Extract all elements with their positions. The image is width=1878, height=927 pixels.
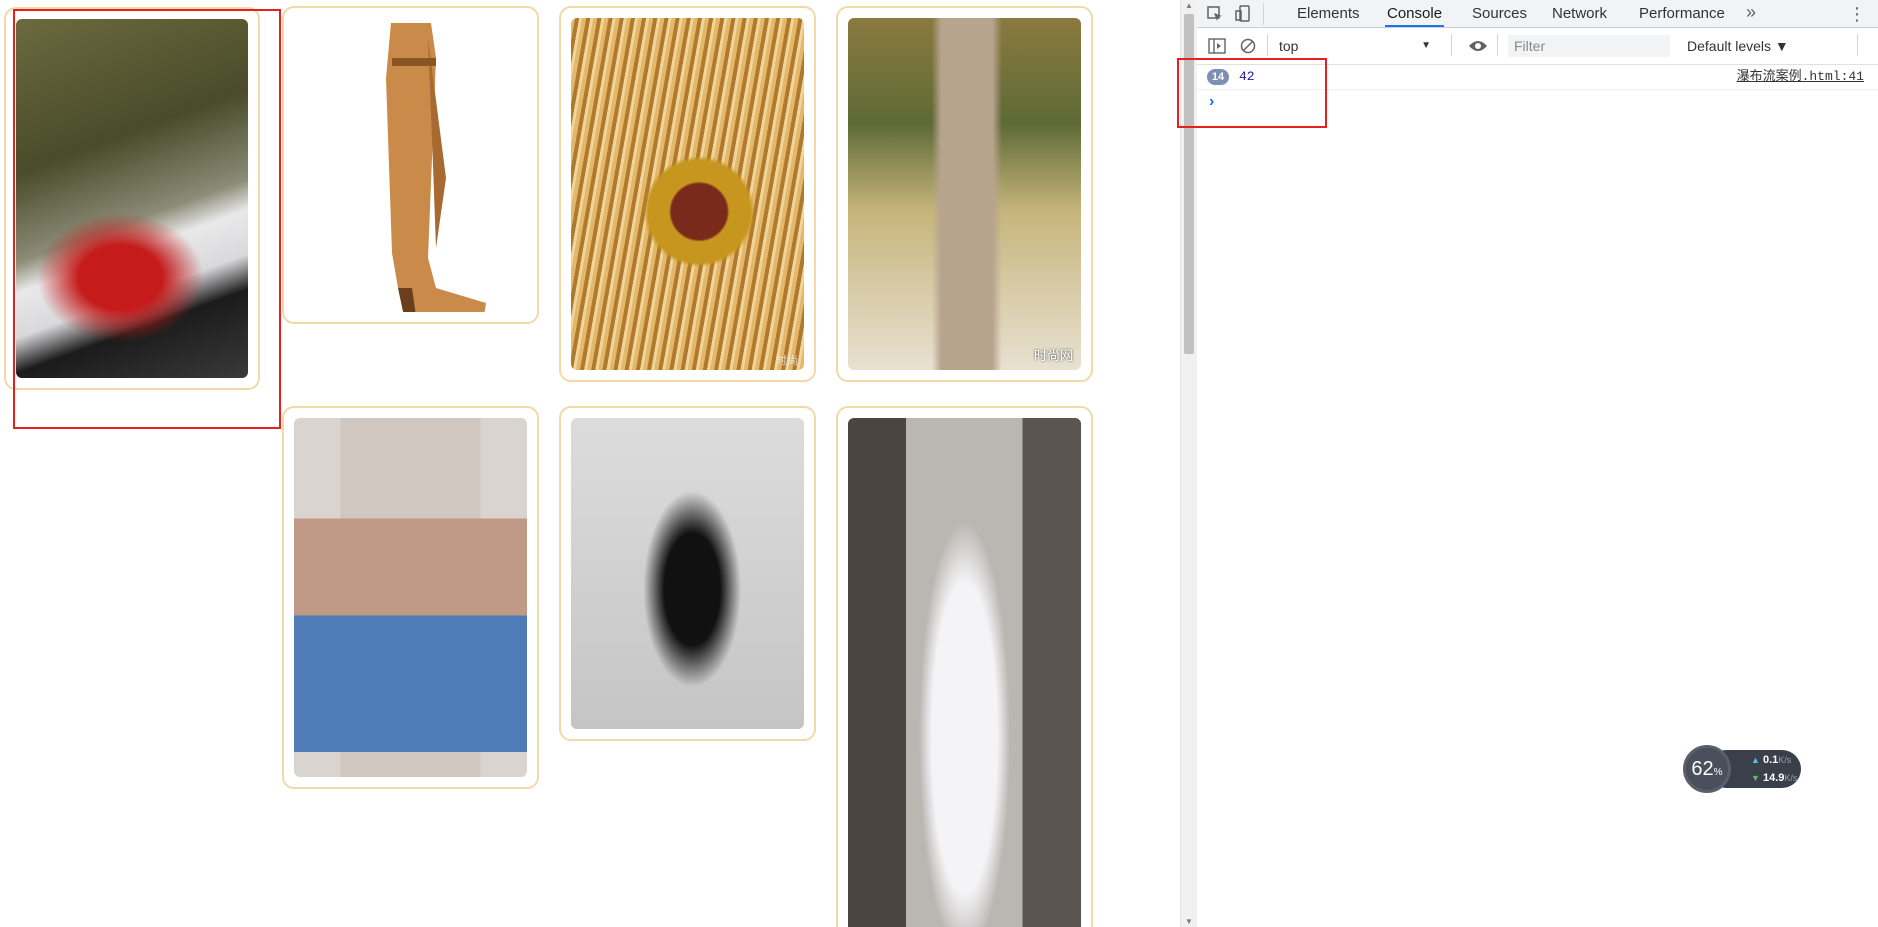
boot-photo [294, 18, 527, 312]
percent-value: 62 [1691, 757, 1714, 780]
log-levels-dropdown[interactable]: Default levels ▼ [1687, 35, 1789, 57]
tab-performance[interactable]: Performance [1637, 0, 1727, 27]
page-scrollbar[interactable]: ▲ ▼ [1180, 0, 1198, 927]
divider [1451, 34, 1452, 56]
watermark-text: 时尚 [776, 354, 798, 367]
log-source-link[interactable]: 瀑布流案例.html:41 [1737, 65, 1864, 89]
dropdown-caret-icon: ▼ [1421, 40, 1431, 51]
scroll-up-arrow-icon[interactable]: ▲ [1185, 1, 1193, 10]
live-expression-eye-icon[interactable] [1468, 36, 1488, 56]
percent-ring: 62% [1683, 745, 1731, 793]
boot-illustration [385, 23, 486, 312]
divider [1857, 34, 1858, 56]
fringe-bag-photo: 时尚 [571, 18, 804, 370]
download-arrow-icon: ▼ [1751, 773, 1760, 783]
upload-unit: K/s [1778, 755, 1792, 765]
highlight-box-console-log [1177, 58, 1327, 128]
scroll-down-arrow-icon[interactable]: ▼ [1185, 917, 1193, 926]
devtools-tabbar: Elements Console Sources Network Perform… [1197, 0, 1878, 28]
more-options-icon[interactable]: ⋮ [1847, 4, 1867, 24]
divider [1267, 34, 1268, 56]
tab-sources[interactable]: Sources [1470, 0, 1529, 27]
clear-console-icon[interactable] [1238, 36, 1258, 56]
image-card-boot[interactable] [282, 6, 539, 324]
upload-row: ▲ 0.1K/s [1751, 754, 1791, 766]
tab-network[interactable]: Network [1550, 0, 1609, 27]
tab-elements[interactable]: Elements [1295, 0, 1362, 27]
chevron-double-right-icon[interactable]: » [1741, 2, 1761, 22]
download-value: 14.9 [1762, 772, 1785, 784]
percent-unit: % [1713, 766, 1723, 778]
black-gown-photo [571, 418, 804, 729]
runway-dress-photo: 时尚网 [848, 18, 1081, 370]
divider [1263, 3, 1264, 25]
device-toolbar-icon[interactable] [1233, 4, 1253, 24]
image-card-poncho[interactable] [282, 406, 539, 789]
image-card-black-gown[interactable] [559, 406, 816, 741]
waterfall-page: 时尚 时尚网 [0, 0, 1180, 927]
divider [1497, 34, 1498, 56]
upload-arrow-icon: ▲ [1751, 755, 1760, 765]
network-speed-widget[interactable]: 62% ▲ 0.1K/s ▼ 14.9K/s [1683, 745, 1801, 793]
upload-value: 0.1 [1762, 754, 1779, 766]
poncho-jeans-photo [294, 418, 527, 777]
image-card-runway-dress[interactable]: 时尚网 [836, 6, 1093, 382]
white-dress-photo [848, 418, 1081, 927]
watermark-text: 时尚网 [1033, 349, 1073, 364]
download-unit: K/s [1784, 773, 1798, 783]
tab-console[interactable]: Console [1385, 0, 1445, 27]
console-filter-input[interactable] [1508, 35, 1670, 57]
highlight-box-first-card [13, 9, 281, 429]
context-value: top [1279, 38, 1299, 54]
context-selector[interactable]: top ▼ [1279, 35, 1437, 57]
download-row: ▼ 14.9K/s [1751, 772, 1797, 784]
image-card-white-dress[interactable] [836, 406, 1093, 927]
sidebar-toggle-icon[interactable] [1207, 36, 1227, 56]
inspect-element-icon[interactable] [1205, 4, 1225, 24]
image-card-fringe-bag[interactable]: 时尚 [559, 6, 816, 382]
